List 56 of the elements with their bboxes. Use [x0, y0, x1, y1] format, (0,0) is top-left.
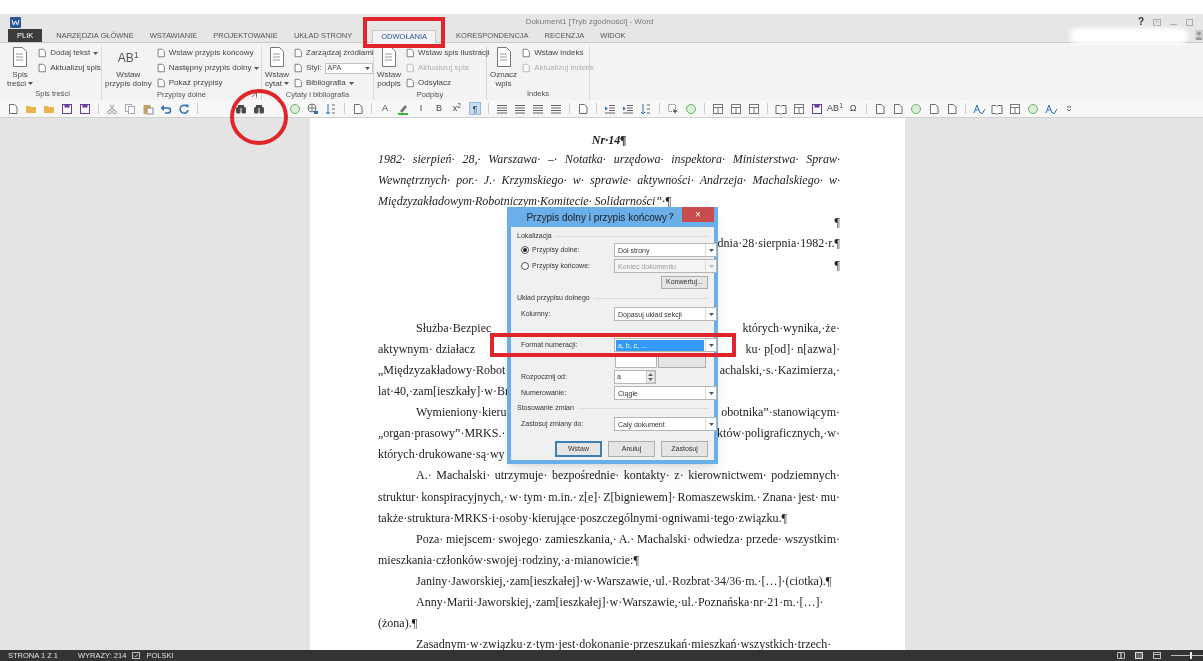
ribbon-button[interactable]: Wstaw przypis końcowy: [155, 47, 260, 59]
document-heading: Nr·14¶: [591, 132, 627, 149]
text-line: mieszkania·członków·swojej·rodziny,·a·mianowicie:¶: [378, 552, 640, 568]
toolbar-button[interactable]: Ω: [847, 102, 859, 115]
dialog-title: Przypis dolny i przypis końcowy: [525, 210, 669, 225]
text-line: A.· Machalski· utrzymuje· bezpośrednie· kontakty· z· kierownictwem· podziemnych·: [415, 468, 840, 484]
toolbar-button[interactable]: A: [379, 102, 391, 115]
text-line: Janiny·Jaworskiej,·zam[ieszkałej]·w·Warszawie,·ul.·Rozbrat·34/36·m.·[…]·(ciotka).¶: [415, 573, 833, 589]
window-title: Dokument1 [Tryb zgodności] - Word: [525, 16, 654, 28]
ribbon-button[interactable]: Bibliografia: [293, 77, 374, 89]
text-line: Służba·Bezpiec: [415, 320, 492, 336]
text-line: (żona).¶: [378, 616, 419, 632]
help-button[interactable]: ?: [668, 210, 674, 224]
text-line: ku· p[od]· n[azwa]·: [745, 341, 840, 357]
text-line: Zasadnym·w·związku·z·tym·jest·dokonanie·przeszukań·mieszkań·wszystkich·trzech·: [415, 637, 833, 650]
text-line: struktur· konspiracyjnych,· w· tym· m.in.· z[e]· Z[bigniewem]· Romaszewskim.· Znana· jest· mu·: [378, 489, 840, 505]
ribbon-button[interactable]: Wstaw spis ilustracji: [405, 47, 490, 59]
ribbon-button[interactable]: Aktualizuj spis: [37, 62, 101, 74]
text-line: aktywnym· działacz: [378, 341, 475, 357]
toolbar-button[interactable]: I: [415, 102, 427, 115]
ribbon-button[interactable]: Oznacz wpis: [490, 46, 518, 88]
toolbar-button[interactable]: B: [433, 102, 445, 115]
text-line: Wewnętrznych· por.· J.· Krzymskiego· w· sprawie· aktywności· Andrzeja· Machalskiego· w·: [378, 173, 840, 189]
text-line: Anny·Marii·Jaworskiej,·zam[ieszkałej]·w·Warszawie,·ul.·Poznańska·nr·21·m.·[…]·: [415, 595, 825, 610]
text-line: Międzyzakładowym·Robotniczym·Komitecie· Solidarności”·¶: [378, 194, 673, 210]
text-line: ¶: [834, 257, 840, 273]
text-line: których·wynika,·że·: [742, 320, 840, 336]
text-line: dnia·28·sierpnia·1982·r.¶: [717, 236, 840, 252]
text-line: 1982· sierpień· 28,· Warszawa· –· Notatka· urzędowa· inspektora· Ministerstwa· Spraw·: [378, 152, 840, 168]
ribbon-button[interactable]: Wstaw podpis: [377, 46, 401, 89]
close-button[interactable]: ×: [682, 207, 714, 222]
ribbon-button[interactable]: Pokaż przypisy: [155, 77, 260, 89]
text-line: achalski,·s.·Kazimierza,·: [719, 363, 840, 378]
ribbon-button[interactable]: Odsyłacz: [405, 77, 490, 89]
ribbon-button[interactable]: Wstaw cytat: [265, 46, 289, 89]
text-line: także·struktura·MRKS·i·osoby·kierujące·poszczególnymi·ogniwami·tego·związku.¶: [378, 510, 788, 526]
toolbar-button[interactable]: ¶: [469, 102, 481, 115]
text-line: „Międzyzakładowy·Robot: [378, 363, 506, 378]
field-label: Styl:: [306, 62, 322, 74]
text-line: Wymieniony·kieru: [415, 405, 507, 421]
ribbon-button[interactable]: Wstaw indeks: [521, 47, 594, 59]
ribbon-button[interactable]: Następny przypis dolny: [155, 62, 260, 74]
text-line: któw·poligraficznych,·w·: [717, 426, 840, 442]
text-line: „organ·prasowy”·MRKS.·: [378, 426, 506, 442]
text-line: lat·40,·zam[ieszkały]·w·Br: [378, 384, 509, 400]
text-line: Poza· miejscem· swojego· zamieszkania,· A.· Machalski· odwiedza· przede· wszystkim·: [415, 531, 840, 547]
toolbar-button[interactable]: x$^{2}$: [451, 102, 463, 115]
text-line: obotnika”·stanowiącym·: [721, 405, 840, 421]
toolbar-button[interactable]: AB$^{1}$: [826, 102, 844, 115]
text-line: których·drukowane·są·wy: [378, 447, 505, 463]
help-button[interactable]: ?: [1137, 17, 1144, 27]
ribbon-button[interactable]: Spis treści: [7, 46, 34, 88]
ribbon-button[interactable]: AB$^{1}$ Wstaw przypis dolny: [105, 46, 152, 89]
ribbon-button[interactable]: Zarządzaj źródłami: [293, 47, 374, 59]
text-line: ¶: [834, 215, 840, 231]
ribbon-button[interactable]: Dodaj tekst: [37, 47, 101, 59]
